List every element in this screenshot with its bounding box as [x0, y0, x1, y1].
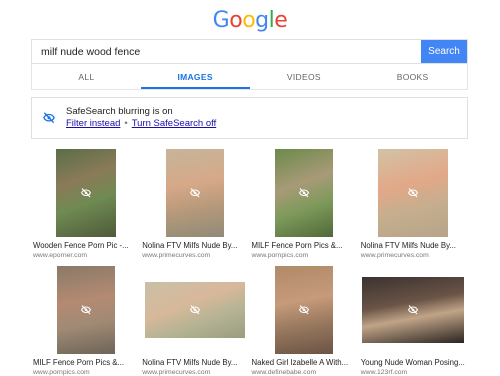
logo-letter: o	[229, 8, 243, 33]
result-source: www.primecurves.com	[142, 252, 211, 259]
result-caption: MILF Fence Porn Pics &...	[33, 358, 124, 367]
blurred-thumbnail[interactable]	[275, 149, 334, 237]
google-logo[interactable]: Google	[0, 8, 500, 33]
eye-off-icon	[408, 188, 419, 198]
logo-letter: G	[212, 8, 230, 33]
safesearch-title: SafeSearch blurring is on	[66, 106, 173, 117]
eye-off-icon	[32, 111, 66, 125]
logo-letter: g	[255, 8, 269, 33]
eye-off-icon	[80, 188, 91, 198]
blurred-thumbnail[interactable]	[378, 149, 449, 237]
blurred-thumbnail[interactable]	[275, 266, 334, 354]
image-result[interactable]: MILF Fence Porn Pics &... www.pornpics.c…	[31, 264, 140, 376]
image-result[interactable]: Wooden Fence Porn Pic -... www.eporner.c…	[31, 147, 140, 259]
separator: •	[124, 118, 128, 129]
result-source: www.eporner.com	[33, 252, 88, 259]
filter-instead-link[interactable]: Filter instead	[66, 118, 120, 129]
logo-letter: o	[242, 8, 256, 33]
eye-off-icon	[299, 305, 310, 315]
result-caption: Nolina FTV Milfs Nude By...	[360, 241, 456, 250]
turn-safesearch-off-link[interactable]: Turn SafeSearch off	[132, 118, 217, 129]
logo-letter: e	[274, 8, 288, 33]
tab-all[interactable]: ALL	[32, 64, 141, 89]
blurred-thumbnail[interactable]	[165, 149, 224, 237]
eye-off-icon	[189, 188, 200, 198]
search-bar: Search	[31, 39, 468, 64]
result-caption: Wooden Fence Porn Pic -...	[33, 241, 129, 250]
image-results: Wooden Fence Porn Pic -... www.eporner.c…	[31, 147, 468, 376]
result-caption: MILF Fence Porn Pics &...	[251, 241, 343, 250]
tab-videos[interactable]: VIDEOS	[250, 64, 359, 89]
blurred-thumbnail[interactable]	[55, 149, 116, 237]
image-result[interactable]: Naked Girl Izabelle A With... www.define…	[250, 264, 359, 376]
image-result[interactable]: Young Nude Woman Posing... www.123rf.com	[359, 264, 468, 376]
eye-off-icon	[189, 305, 200, 315]
search-tabs: ALL IMAGES VIDEOS BOOKS	[31, 64, 468, 90]
blurred-thumbnail[interactable]	[144, 282, 245, 338]
result-caption: Nolina FTV Milfs Nude By...	[142, 241, 238, 250]
image-result[interactable]: MILF Fence Porn Pics &... www.pornpics.c…	[250, 147, 359, 259]
tab-books[interactable]: BOOKS	[358, 64, 467, 89]
eye-off-icon	[80, 305, 91, 315]
image-result[interactable]: Nolina FTV Milfs Nude By... www.primecur…	[140, 147, 249, 259]
result-source: www.pornpics.com	[251, 252, 309, 259]
image-result[interactable]: Nolina FTV Milfs Nude By... www.primecur…	[359, 147, 468, 259]
safesearch-notice: SafeSearch blurring is on Filter instead…	[31, 97, 468, 139]
result-caption: Young Nude Woman Posing...	[360, 358, 465, 367]
result-caption: Naked Girl Izabelle A With...	[251, 358, 349, 367]
eye-off-icon	[299, 188, 310, 198]
blurred-thumbnail[interactable]	[56, 266, 115, 354]
tab-images[interactable]: IMAGES	[140, 64, 250, 89]
result-source: www.primecurves.com	[360, 252, 429, 259]
blurred-thumbnail[interactable]	[362, 277, 465, 343]
search-input[interactable]	[32, 40, 421, 63]
eye-off-icon	[408, 305, 419, 315]
image-result[interactable]: Nolina FTV Milfs Nude By... www.primecur…	[140, 264, 249, 376]
result-caption: Nolina FTV Milfs Nude By...	[142, 358, 238, 367]
search-button[interactable]: Search	[421, 40, 467, 63]
